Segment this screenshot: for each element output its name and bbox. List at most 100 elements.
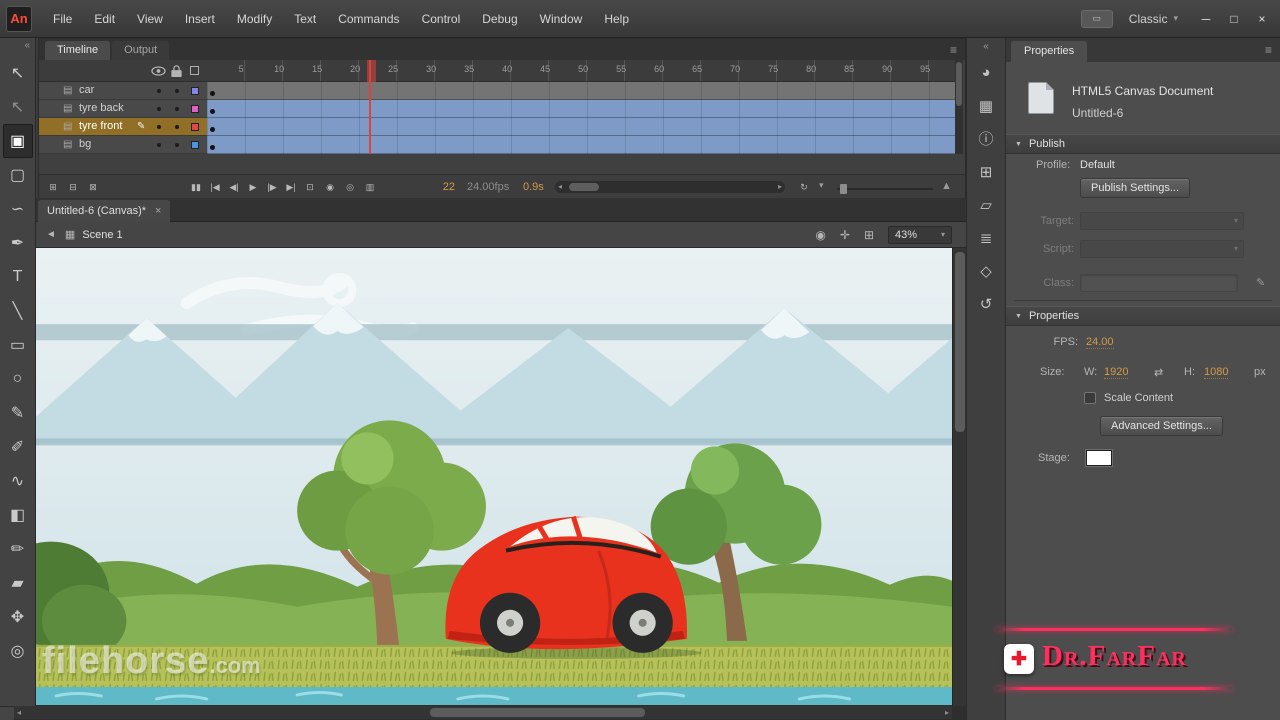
outline-view-icon[interactable] bbox=[190, 66, 199, 75]
frames-tyre-front[interactable] bbox=[207, 118, 955, 136]
camera-icon[interactable]: ◉ bbox=[815, 228, 825, 242]
panel-menu-icon[interactable]: ≡ bbox=[1265, 43, 1272, 57]
document-name-field[interactable]: Untitled-6 bbox=[1072, 106, 1123, 120]
tab-timeline[interactable]: Timeline bbox=[45, 41, 110, 60]
layer-visibility-dot[interactable] bbox=[157, 107, 161, 111]
stage-vertical-scrollbar[interactable] bbox=[952, 248, 966, 706]
go-to-last-frame-button[interactable]: ▶| bbox=[282, 178, 300, 196]
current-frame-field[interactable]: 22 bbox=[427, 181, 455, 193]
oval-tool[interactable]: ○ bbox=[3, 362, 33, 396]
menu-control[interactable]: Control bbox=[411, 1, 472, 37]
rectangle-tool[interactable]: ▭ bbox=[3, 328, 33, 362]
collapse-panel-icon[interactable]: « bbox=[0, 38, 35, 56]
bone-tool[interactable]: ∿ bbox=[3, 464, 33, 498]
info-icon[interactable]: ⓘ bbox=[967, 122, 1005, 155]
motion-presets-icon[interactable]: ◇ bbox=[967, 254, 1005, 287]
layer-lock-dot[interactable] bbox=[175, 143, 179, 147]
onion-skin-outlines-button[interactable]: ◎ bbox=[341, 178, 359, 196]
lock-icon[interactable] bbox=[171, 65, 182, 77]
step-back-button[interactable]: ◀| bbox=[225, 178, 243, 196]
layer-lock-dot[interactable] bbox=[175, 89, 179, 93]
publish-settings-button[interactable]: Publish Settings... bbox=[1080, 178, 1190, 198]
pencil-tool[interactable]: ✎ bbox=[3, 396, 33, 430]
app-logo[interactable]: An bbox=[6, 6, 32, 32]
width-value[interactable]: 1920 bbox=[1104, 366, 1128, 379]
tab-properties[interactable]: Properties bbox=[1011, 41, 1087, 62]
menu-debug[interactable]: Debug bbox=[471, 1, 528, 37]
go-to-first-frame-button[interactable]: |◀ bbox=[206, 178, 224, 196]
fps-value[interactable]: 24.00 bbox=[1086, 336, 1114, 349]
scale-content-checkbox[interactable] bbox=[1084, 392, 1096, 404]
history-icon[interactable]: ↺ bbox=[967, 287, 1005, 320]
scroll-left-icon[interactable]: ◂ bbox=[558, 182, 562, 191]
new-layer-button[interactable]: ⊞ bbox=[44, 178, 62, 196]
menu-commands[interactable]: Commands bbox=[327, 1, 410, 37]
window-minimize-button[interactable]: ─ bbox=[1194, 8, 1218, 30]
text-tool[interactable]: T bbox=[3, 260, 33, 294]
transform-icon[interactable]: ▱ bbox=[967, 188, 1005, 221]
snap-icon[interactable]: ⊞ bbox=[864, 228, 874, 242]
window-maximize-button[interactable]: □ bbox=[1222, 8, 1246, 30]
zoom-tool[interactable]: ◎ bbox=[3, 634, 33, 668]
layer-row-car[interactable]: ▤car bbox=[39, 82, 207, 100]
scrollbar-thumb[interactable] bbox=[430, 708, 645, 717]
timeline-horizontal-scrollbar[interactable]: ◂ ▸ bbox=[555, 181, 785, 193]
align-icon[interactable]: ⊞ bbox=[967, 155, 1005, 188]
paint-bucket-tool[interactable]: ◧ bbox=[3, 498, 33, 532]
center-stage-icon[interactable]: ✛ bbox=[840, 228, 850, 242]
stage-canvas[interactable] bbox=[36, 248, 952, 706]
link-dimensions-icon[interactable]: ⇄ bbox=[1154, 366, 1163, 379]
menu-insert[interactable]: Insert bbox=[174, 1, 226, 37]
back-arrow-icon[interactable]: ◄ bbox=[46, 229, 56, 240]
document-tab[interactable]: Untitled-6 (Canvas)* × bbox=[38, 200, 170, 222]
elapsed-time-field[interactable]: 0.9s bbox=[523, 181, 544, 193]
onion-skin-button[interactable]: ◉ bbox=[321, 178, 339, 196]
delete-layer-button[interactable]: ⊠ bbox=[84, 178, 102, 196]
frame-rate-field[interactable]: 24.00fps bbox=[467, 181, 509, 193]
timeline-zoom-slider[interactable] bbox=[837, 188, 933, 190]
frames-bg[interactable] bbox=[207, 136, 955, 154]
layer-outline-swatch[interactable] bbox=[191, 105, 199, 113]
frames-area[interactable] bbox=[207, 82, 955, 154]
scrollbar-thumb[interactable] bbox=[956, 62, 962, 106]
workspace-switcher[interactable]: Classic ▾ bbox=[1129, 12, 1178, 26]
scroll-left-icon[interactable]: ◂ bbox=[17, 708, 21, 717]
panel-menu-icon[interactable]: ≡ bbox=[950, 43, 957, 57]
layer-outline-swatch[interactable] bbox=[191, 123, 199, 131]
hand-tool[interactable]: ✥ bbox=[3, 600, 33, 634]
step-forward-button[interactable]: |▶ bbox=[263, 178, 281, 196]
pause-button[interactable]: ▮▮ bbox=[187, 178, 205, 196]
frames-car[interactable] bbox=[207, 82, 955, 100]
layer-visibility-dot[interactable] bbox=[157, 143, 161, 147]
layer-visibility-dot[interactable] bbox=[157, 89, 161, 93]
scrollbar-thumb[interactable] bbox=[955, 252, 965, 432]
menu-modify[interactable]: Modify bbox=[226, 1, 283, 37]
layer-row-tyre-front[interactable]: ▤tyre front✎ bbox=[39, 118, 207, 136]
tab-output[interactable]: Output bbox=[112, 41, 169, 60]
subselection-tool[interactable]: ↖ bbox=[3, 90, 33, 124]
gradient-transform-tool[interactable]: ▢ bbox=[3, 158, 33, 192]
properties-section-header[interactable]: ▼ Properties bbox=[1006, 306, 1280, 326]
line-tool[interactable]: ╲ bbox=[3, 294, 33, 328]
timeline-vertical-scrollbar[interactable] bbox=[955, 60, 963, 154]
timeline-ruler[interactable]: 5101520253035404550556065707580859095 bbox=[207, 60, 955, 82]
playhead-line[interactable] bbox=[369, 60, 371, 154]
play-button[interactable]: ▶ bbox=[244, 178, 262, 196]
zoom-level-select[interactable]: 43% ▾ bbox=[888, 226, 952, 244]
pen-tool[interactable]: ✒ bbox=[3, 226, 33, 260]
menu-edit[interactable]: Edit bbox=[83, 1, 126, 37]
brush-tool[interactable]: ✐ bbox=[3, 430, 33, 464]
free-transform-tool[interactable]: ▣ bbox=[3, 124, 33, 158]
center-frame-button[interactable]: ⊡ bbox=[301, 178, 319, 196]
close-icon[interactable]: × bbox=[155, 205, 161, 217]
menu-help[interactable]: Help bbox=[593, 1, 640, 37]
menu-file[interactable]: File bbox=[42, 1, 83, 37]
advanced-settings-button[interactable]: Advanced Settings... bbox=[1100, 416, 1223, 436]
layer-lock-dot[interactable] bbox=[175, 107, 179, 111]
menu-window[interactable]: Window bbox=[529, 1, 594, 37]
collapse-panel-icon[interactable]: « bbox=[967, 38, 1005, 56]
height-value[interactable]: 1080 bbox=[1204, 366, 1228, 379]
frames-tyre-back[interactable] bbox=[207, 100, 955, 118]
layer-row-tyre-back[interactable]: ▤tyre back bbox=[39, 100, 207, 118]
layer-visibility-dot[interactable] bbox=[157, 125, 161, 129]
